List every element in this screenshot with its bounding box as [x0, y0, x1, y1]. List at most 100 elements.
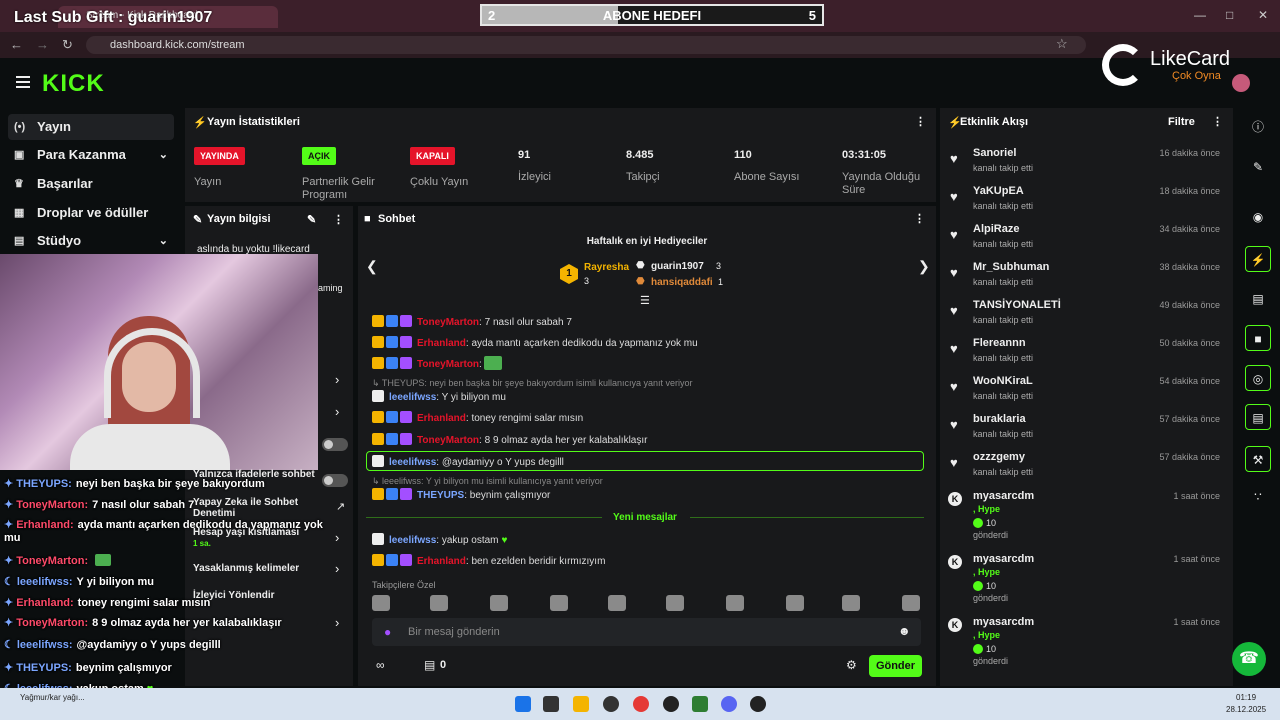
chat-bubble-icon[interactable]: ■: [1245, 325, 1271, 351]
chevron-right-icon[interactable]: ›: [335, 561, 339, 576]
chevron-down-icon[interactable]: ⌄: [159, 142, 168, 168]
chevron-right-icon[interactable]: ›: [335, 372, 339, 387]
chat-username[interactable]: leeelifwss: [389, 392, 436, 403]
app-icon[interactable]: [692, 696, 708, 712]
app-icon[interactable]: [603, 696, 619, 712]
overlay-chat-text: 8 9 olmaz ayda her yer kalabalıklaşır: [92, 617, 282, 629]
points-icon[interactable]: ∞: [376, 658, 385, 672]
bookmark-star-icon[interactable]: ☆: [1056, 36, 1068, 52]
activity-follow-item: ♥ AlpiRaze kanalı takip etti 34 dakika önce: [948, 223, 1224, 257]
kick-logo[interactable]: KICK: [42, 70, 105, 98]
hype-sender[interactable]: myasarcdm: [973, 490, 1034, 502]
chat-username[interactable]: ToneyMarton: [417, 359, 479, 370]
follower-name[interactable]: TANSİYONALETİ: [973, 299, 1061, 311]
settings-gear-icon[interactable]: ⚙: [846, 658, 857, 672]
maximize-icon[interactable]: □: [1226, 8, 1233, 22]
follower-name[interactable]: WooNKiraL: [973, 375, 1033, 387]
emote-icon[interactable]: [786, 595, 804, 611]
emote-icon[interactable]: [666, 595, 684, 611]
chevron-left-icon[interactable]: ❮: [366, 258, 378, 275]
external-link-icon[interactable]: ↗: [336, 500, 345, 513]
more-icon[interactable]: ⋮: [914, 212, 925, 225]
hype-sender[interactable]: myasarcdm: [973, 553, 1034, 565]
back-icon[interactable]: ←: [10, 37, 23, 52]
store-icon[interactable]: ▤: [424, 658, 435, 672]
follower-name[interactable]: Mr_Subhuman: [973, 261, 1049, 273]
emote-icon[interactable]: [372, 595, 390, 611]
hype-amount: 10: [986, 581, 997, 591]
emoji-icon[interactable]: ☻: [898, 624, 911, 638]
hype-sender[interactable]: myasarcdm: [973, 616, 1034, 628]
chrome-icon[interactable]: [633, 696, 649, 712]
emote-icon[interactable]: [550, 595, 568, 611]
emote-icon[interactable]: [430, 595, 448, 611]
file-explorer-icon[interactable]: [573, 696, 589, 712]
chat-username[interactable]: Erhanland: [417, 556, 466, 567]
wrench-icon[interactable]: ⚒: [1245, 446, 1271, 472]
camera-icon[interactable]: ◉: [1245, 204, 1271, 230]
sidebar-item-stüdyo[interactable]: ▤ Stüdyo ⌄: [8, 228, 174, 254]
follower-name[interactable]: Flereannn: [973, 337, 1026, 349]
close-icon[interactable]: ✕: [1258, 8, 1268, 22]
url-input[interactable]: dashboard.kick.com/stream: [86, 36, 1086, 54]
sidebar-item-droplar-ve-ödüller[interactable]: ▦ Droplar ve ödüller: [8, 200, 174, 226]
discord-icon[interactable]: [721, 696, 737, 712]
follower-name[interactable]: ozzzgemy: [973, 451, 1025, 463]
sidebar-item-para-kazanma[interactable]: ▣ Para Kazanma ⌄: [8, 142, 174, 168]
more-icon[interactable]: ⋮: [1212, 115, 1223, 128]
task-view-icon[interactable]: [543, 696, 559, 712]
send-button[interactable]: Gönder: [869, 655, 922, 677]
windows-start-icon[interactable]: [515, 696, 531, 712]
network-icon[interactable]: ∵: [1245, 484, 1271, 510]
chat-username[interactable]: Erhanland: [417, 413, 466, 424]
sidebar-item-yayın[interactable]: (•) Yayın: [8, 114, 174, 140]
chat-username[interactable]: leeelifwss: [389, 535, 436, 546]
support-icon[interactable]: ☎: [1232, 642, 1266, 676]
document-icon[interactable]: ▤: [1245, 286, 1271, 312]
chevron-right-icon[interactable]: ›: [335, 615, 339, 630]
emote-icon[interactable]: [608, 595, 626, 611]
toggle-switch[interactable]: [322, 474, 348, 487]
chevron-right-icon[interactable]: ❯: [918, 258, 930, 275]
follower-name[interactable]: buraklaria: [973, 413, 1026, 425]
stat-label: Yayın: [194, 176, 222, 188]
emote-icon[interactable]: [902, 595, 920, 611]
pencil-icon[interactable]: ✎: [1245, 154, 1271, 180]
chat-username[interactable]: ToneyMarton: [417, 317, 479, 328]
toggle-switch[interactable]: [322, 438, 348, 451]
sidebar-item-başarılar[interactable]: ♛ Başarılar: [8, 171, 174, 197]
layout-icon[interactable]: ▤: [1245, 404, 1271, 430]
chat-username[interactable]: ToneyMarton: [417, 435, 479, 446]
chat-username[interactable]: THEYUPS: [417, 490, 464, 501]
follow-time: 16 dakika önce: [1159, 148, 1220, 158]
minimize-icon[interactable]: —: [1194, 8, 1206, 22]
edit-icon[interactable]: ✎: [307, 213, 316, 226]
follower-name[interactable]: AlpiRaze: [973, 223, 1019, 235]
app-icon[interactable]: [750, 696, 766, 712]
user-badge-icon: [372, 315, 384, 327]
chevron-down-icon[interactable]: ⌄: [159, 228, 168, 254]
more-icon[interactable]: ⋮: [333, 213, 344, 226]
microphone-icon[interactable]: ●: [384, 625, 391, 639]
app-icon[interactable]: [663, 696, 679, 712]
chevron-right-icon[interactable]: ›: [335, 404, 339, 419]
forward-icon[interactable]: →: [36, 37, 49, 52]
lightning-icon[interactable]: ⚡: [1245, 246, 1271, 272]
emote-icon[interactable]: [490, 595, 508, 611]
menu-icon[interactable]: [16, 76, 30, 88]
avatar[interactable]: [1232, 74, 1250, 92]
filter-button[interactable]: Filtre: [1168, 116, 1195, 128]
chat-input[interactable]: ● Bir mesaj gönderin ☻: [372, 618, 921, 646]
reload-icon[interactable]: ↻: [62, 37, 73, 53]
chevron-right-icon[interactable]: ›: [335, 530, 339, 545]
info-icon[interactable]: ⓘ: [1245, 114, 1271, 140]
wrench-icon: ✎: [193, 214, 203, 226]
emote-icon[interactable]: [726, 595, 744, 611]
chat-username[interactable]: Erhanland: [417, 338, 466, 349]
more-icon[interactable]: ⋮: [915, 115, 926, 128]
emote-icon[interactable]: [842, 595, 860, 611]
expand-icon[interactable]: ☰: [640, 294, 650, 307]
follower-name[interactable]: YaKUpEA: [973, 185, 1024, 197]
follower-name[interactable]: Sanoriel: [973, 147, 1016, 159]
broadcast-icon[interactable]: ◎: [1245, 365, 1271, 391]
